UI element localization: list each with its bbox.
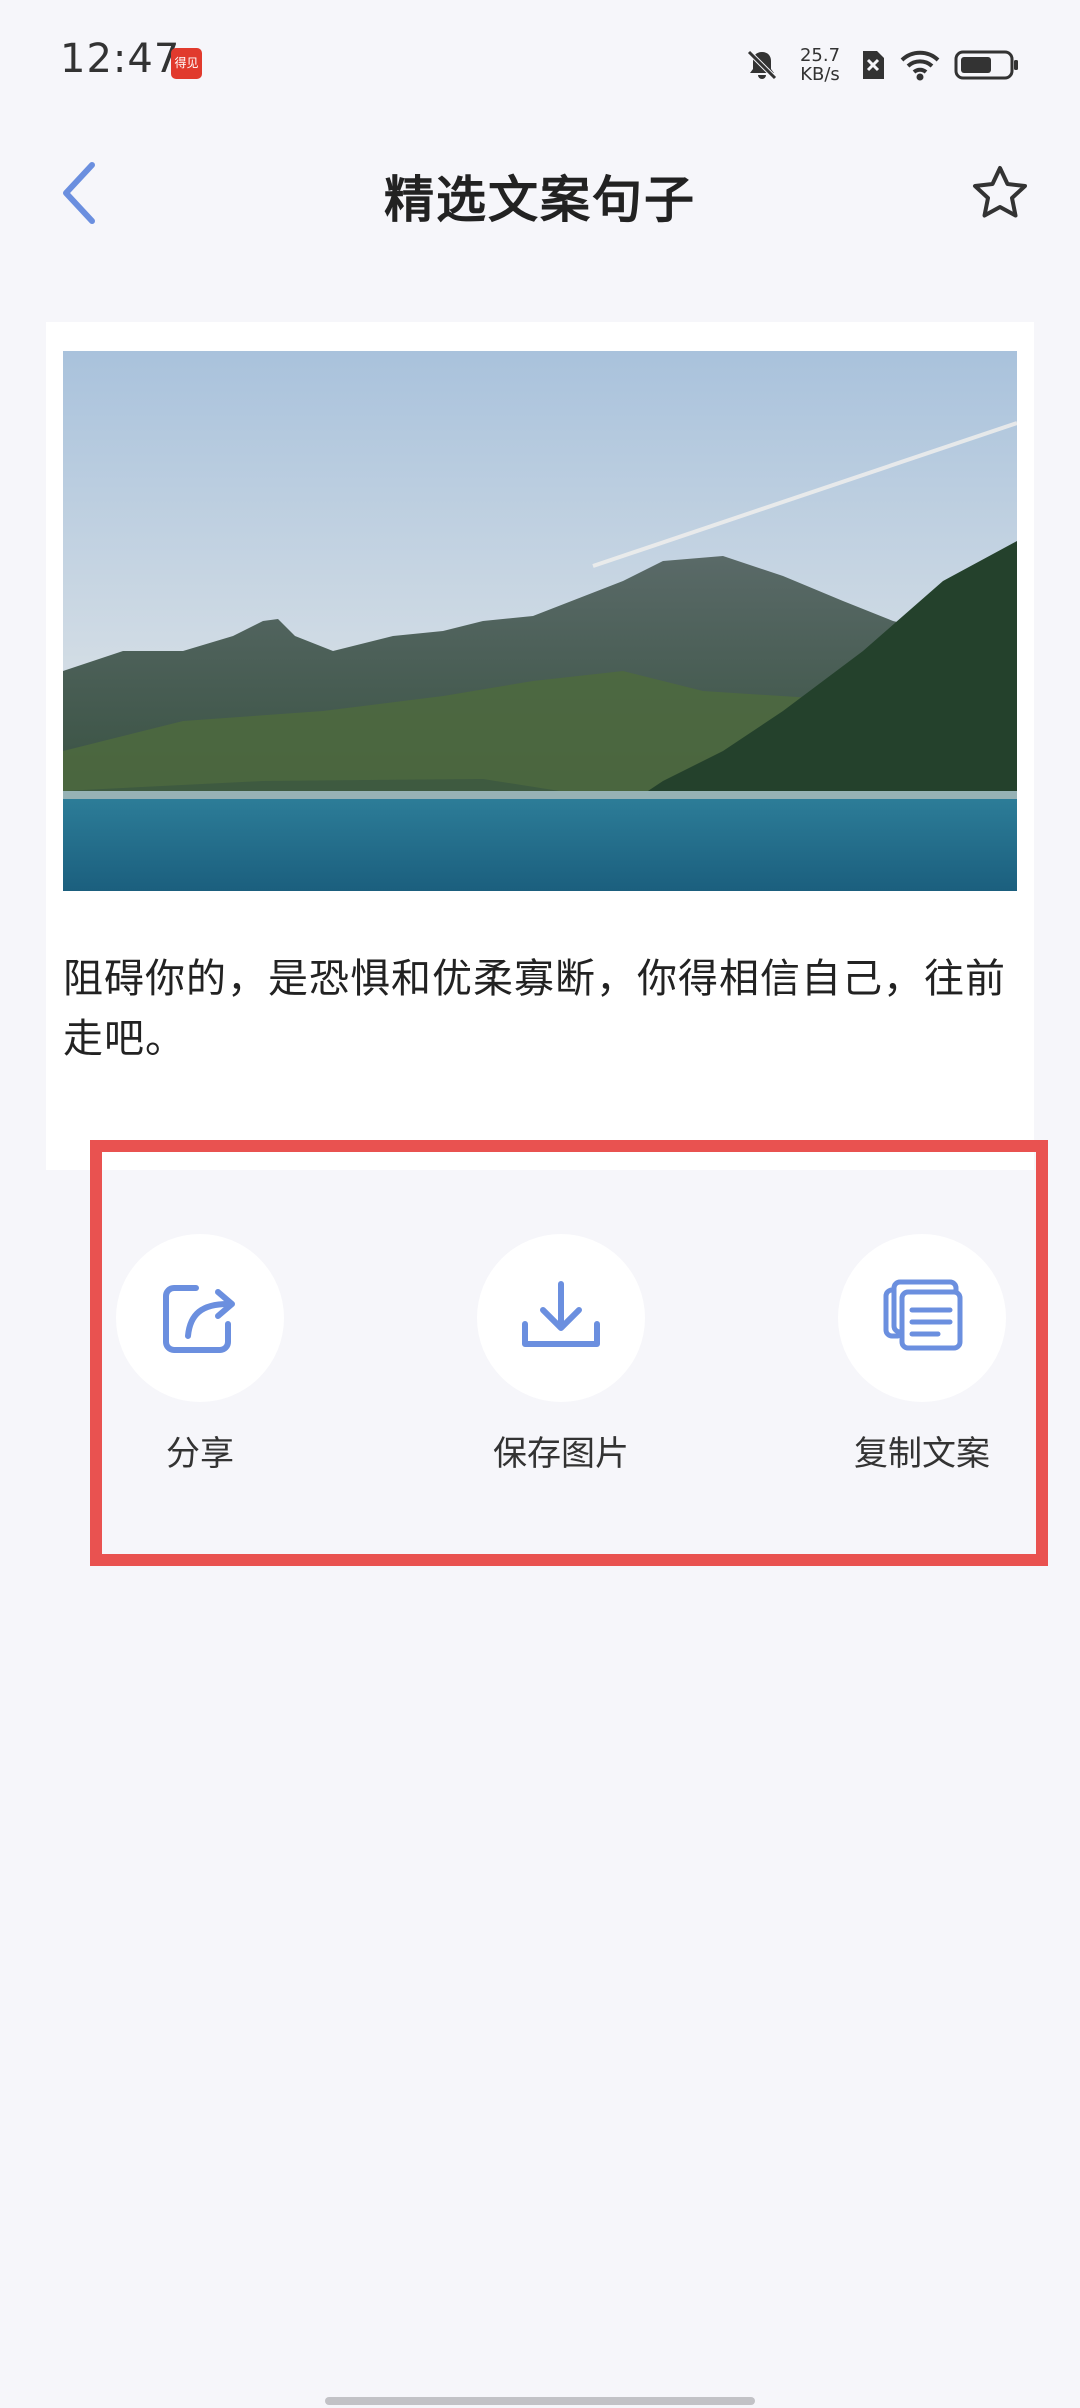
share-button[interactable] [116,1234,284,1402]
copy-text-icon [880,1278,964,1358]
quote-text: 阻碍你的，是恐惧和优柔寡断，你得相信自己，往前走吧。 [63,956,1006,1062]
home-indicator[interactable] [325,2397,755,2405]
share-icon [158,1278,242,1358]
action-bar: 分享 保存图片 复制文案 [90,1140,1032,1540]
net-speed-value: 25.7 [799,45,841,66]
status-icons: 25.7 KB/s [744,40,1020,90]
download-icon [519,1278,603,1358]
network-speed: 25.7 KB/s [794,46,846,84]
page-title: 精选文案句子 [384,171,696,229]
battery-icon [954,49,1020,81]
favorite-button[interactable] [960,155,1040,235]
save-image-action[interactable]: 保存图片 [451,1234,671,1475]
mute-icon [744,47,780,83]
copy-text-label: 复制文案 [854,1434,990,1474]
net-speed-unit: KB/s [800,64,840,85]
save-image-button[interactable] [477,1234,645,1402]
app-notification-badge: 得见 [171,48,202,79]
share-action[interactable]: 分享 [90,1234,310,1475]
status-bar: 12:47 得见 25.7 KB/s [0,0,1080,130]
wifi-icon [900,49,940,81]
save-image-label: 保存图片 [493,1434,629,1474]
star-outline-icon [970,163,1030,227]
landscape-image [63,351,1017,891]
header: 精选文案句子 [0,130,1080,260]
copy-text-action[interactable]: 复制文案 [812,1234,1032,1475]
share-label: 分享 [166,1434,234,1474]
sim-x-icon [860,49,886,81]
status-time: 12:47 [60,36,181,82]
copy-text-button[interactable] [838,1234,1006,1402]
quote-card: 阻碍你的，是恐惧和优柔寡断，你得相信自己，往前走吧。 [46,322,1034,1170]
